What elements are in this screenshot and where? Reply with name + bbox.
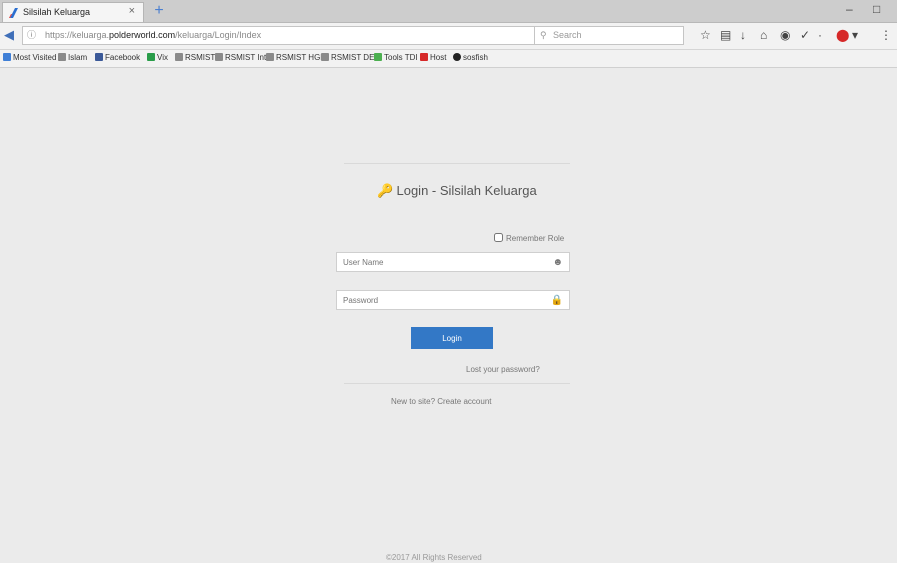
bookmark-islam[interactable]: Islam: [58, 53, 87, 62]
search-icon: ⚲: [540, 30, 547, 40]
bookmark-vix[interactable]: Vix: [147, 53, 168, 62]
bookmark-most-visited[interactable]: Most Visited: [3, 53, 56, 62]
extension-icon[interactable]: ✓: [800, 28, 810, 42]
host-icon: [420, 53, 428, 61]
minimize-icon[interactable]: –: [846, 2, 853, 16]
bookmark-sosfish[interactable]: sosfish: [453, 53, 488, 62]
bookmark-star-icon[interactable]: ☆: [700, 28, 711, 42]
page-content: 🔑 Login - Silsilah Keluarga Remember Role…: [0, 68, 897, 563]
user-icon: ☻: [552, 257, 563, 268]
url-text: https://keluarga.polderworld.com/keluarg…: [45, 30, 262, 40]
github-icon: [453, 53, 461, 61]
browser-tab[interactable]: Silsilah Keluarga ×: [2, 2, 144, 22]
lock-icon: 🔒: [550, 295, 563, 306]
search-bar[interactable]: ⚲ Search: [534, 26, 684, 45]
tab-title: Silsilah Keluarga: [23, 7, 91, 17]
vix-icon: [147, 53, 155, 61]
new-tab-button[interactable]: +: [148, 2, 170, 20]
adblock-icon[interactable]: ⬤: [836, 28, 849, 42]
tools-icon: [374, 53, 382, 61]
top-divider: [344, 163, 570, 164]
password-input[interactable]: [337, 291, 549, 309]
close-tab-icon[interactable]: ×: [129, 5, 135, 17]
bookmark-rsmist-int[interactable]: RSMIST Int: [215, 53, 266, 62]
bookmark-tools-tdi[interactable]: Tools TDI: [374, 53, 418, 62]
bottom-divider: [344, 383, 570, 384]
home-icon[interactable]: ⌂: [760, 28, 767, 42]
username-input[interactable]: [337, 253, 549, 271]
remember-checkbox[interactable]: [494, 233, 503, 242]
remember-checkbox-label[interactable]: Remember Role: [494, 233, 564, 243]
globe-icon: [266, 53, 274, 61]
password-field[interactable]: 🔒: [336, 290, 570, 310]
bookmark-rsmist-dev[interactable]: RSMIST DEV: [321, 53, 380, 62]
downloads-icon[interactable]: ↓: [740, 28, 746, 42]
username-field[interactable]: ☻: [336, 252, 570, 272]
globe-icon: [321, 53, 329, 61]
page-favicon-icon: [9, 8, 18, 18]
globe-icon: [215, 53, 223, 61]
create-account-link[interactable]: New to site? Create account: [391, 397, 492, 406]
back-arrow-icon[interactable]: ◀: [4, 27, 14, 43]
bookmark-facebook[interactable]: Facebook: [95, 53, 140, 62]
site-info-icon[interactable]: ⓘ: [27, 27, 36, 44]
pocket-icon[interactable]: ◉: [780, 28, 790, 42]
globe-icon: [175, 53, 183, 61]
bookmark-host[interactable]: Host: [420, 53, 446, 62]
maximize-icon[interactable]: □: [873, 2, 880, 16]
reading-list-icon[interactable]: ▤: [720, 28, 731, 42]
key-icon: 🔑: [377, 183, 394, 198]
bookmarks-bar: Most Visited Islam Facebook Vix RSMIST R…: [0, 50, 897, 68]
bookmark-rsmist-hgh[interactable]: RSMIST HGH: [266, 53, 326, 62]
globe-icon: [58, 53, 66, 61]
navigation-bar: ◀ ⓘ https://keluarga.polderworld.com/kel…: [0, 23, 897, 50]
lost-password-link[interactable]: Lost your password?: [466, 365, 540, 374]
dropdown-chevron-icon[interactable]: ▾: [852, 28, 858, 42]
facebook-icon: [95, 53, 103, 61]
bookmark-icon: [3, 53, 11, 61]
page-title: 🔑 Login - Silsilah Keluarga: [377, 183, 537, 198]
more-tools-icon[interactable]: ·: [818, 28, 822, 42]
menu-icon[interactable]: ⋮: [880, 28, 892, 42]
tab-strip: Silsilah Keluarga × + – □: [0, 0, 897, 23]
search-placeholder: Search: [553, 30, 582, 40]
footer-copyright: ©2017 All Rights Reserved: [386, 553, 482, 562]
address-bar[interactable]: ⓘ https://keluarga.polderworld.com/kelua…: [22, 26, 550, 45]
bookmark-rsmist[interactable]: RSMIST: [175, 53, 215, 62]
login-button[interactable]: Login: [411, 327, 493, 349]
